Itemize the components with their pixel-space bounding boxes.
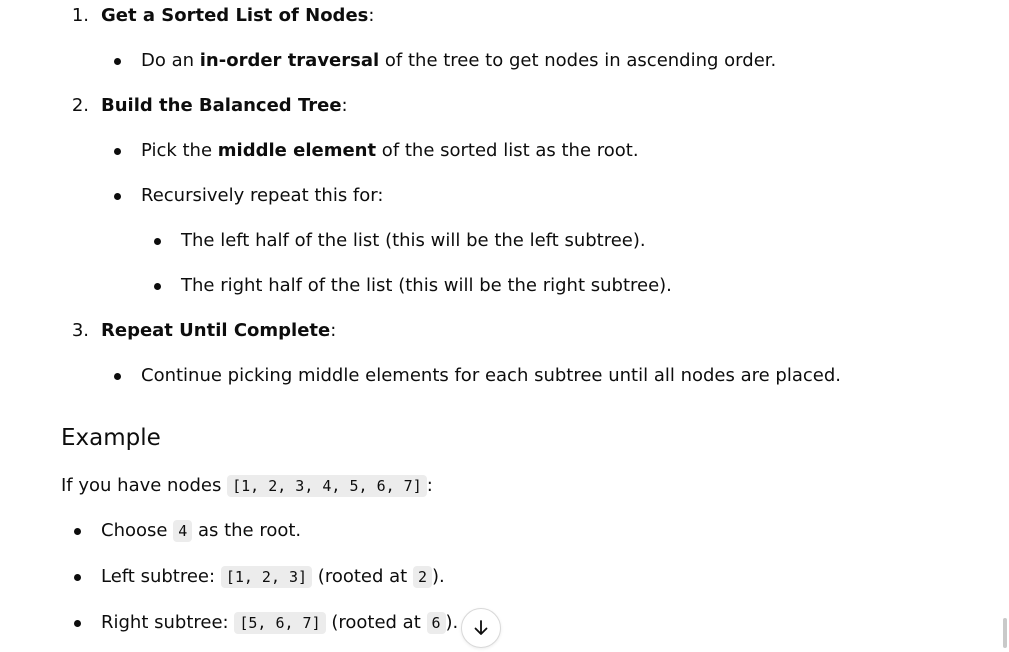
list-item: Continue picking middle elements for eac… xyxy=(141,365,841,386)
step-colon: : xyxy=(368,5,375,26)
bullet-dot xyxy=(154,238,161,245)
step-number: 1. xyxy=(71,5,89,26)
scrollbar-thumb[interactable] xyxy=(1003,618,1007,648)
text: Right subtree: xyxy=(101,612,235,633)
step-number: 2. xyxy=(71,95,89,116)
sub-list-item: The right half of the list (this will be… xyxy=(181,275,672,296)
bullet-dot xyxy=(74,528,81,535)
arrow-down-icon xyxy=(474,620,488,635)
section-heading: Example xyxy=(61,425,161,451)
list-item: Left subtree: [1, 2, 3] (rooted at 2). xyxy=(101,565,445,589)
step-colon: : xyxy=(341,95,348,116)
text: as the root. xyxy=(192,520,302,541)
list-item: Right subtree: [5, 6, 7] (rooted at 6). xyxy=(101,611,458,635)
bullet-dot xyxy=(74,620,81,627)
step-title-line: Build the Balanced Tree: xyxy=(101,94,348,118)
inline-code: 4 xyxy=(173,520,193,542)
text: Do an xyxy=(141,50,200,71)
text: of the tree to get nodes in ascending or… xyxy=(379,50,777,71)
text: Left subtree: xyxy=(101,566,221,587)
step-title: Repeat Until Complete xyxy=(101,320,331,341)
inline-code: [5, 6, 7] xyxy=(234,612,326,634)
bullet-dot xyxy=(114,58,121,65)
text: (rooted at xyxy=(312,566,413,587)
bold-text: middle element xyxy=(217,140,377,161)
list-item: Recursively repeat this for: xyxy=(141,185,384,206)
message-content: 1. Get a Sorted List of Nodes: Do an in-… xyxy=(0,0,1009,652)
text: : xyxy=(426,475,433,496)
text: Choose xyxy=(101,520,174,541)
step-title: Build the Balanced Tree xyxy=(101,95,342,116)
bold-text: in-order traversal xyxy=(199,50,380,71)
text: ). xyxy=(445,612,459,633)
text: (rooted at xyxy=(325,612,427,633)
list-item: Pick the middle element of the sorted li… xyxy=(141,139,639,163)
bullet-dot xyxy=(114,193,121,200)
text: of the sorted list as the root. xyxy=(376,140,639,161)
inline-code: [1, 2, 3] xyxy=(220,566,313,588)
step-title: Get a Sorted List of Nodes xyxy=(101,5,369,26)
text: ). xyxy=(431,566,445,587)
list-item: Choose 4 as the root. xyxy=(101,519,301,543)
step-title-line: Get a Sorted List of Nodes: xyxy=(101,4,374,28)
text: If you have nodes xyxy=(61,475,228,496)
bullet-dot xyxy=(154,283,161,290)
example-intro: If you have nodes [1, 2, 3, 4, 5, 6, 7]: xyxy=(61,474,433,498)
step-colon: : xyxy=(330,320,337,341)
text: Pick the xyxy=(141,140,218,161)
inline-code: [1, 2, 3, 4, 5, 6, 7] xyxy=(227,475,427,497)
inline-code: 2 xyxy=(412,566,432,588)
bullet-dot xyxy=(114,148,121,155)
step-number: 3. xyxy=(71,320,89,341)
list-item: Do an in-order traversal of the tree to … xyxy=(141,49,776,73)
step-title-line: Repeat Until Complete: xyxy=(101,319,336,343)
bullet-dot xyxy=(114,373,121,380)
scroll-to-bottom-button[interactable] xyxy=(461,608,501,648)
bullet-dot xyxy=(74,574,81,581)
sub-list-item: The left half of the list (this will be … xyxy=(181,230,646,251)
inline-code: 6 xyxy=(426,612,446,634)
